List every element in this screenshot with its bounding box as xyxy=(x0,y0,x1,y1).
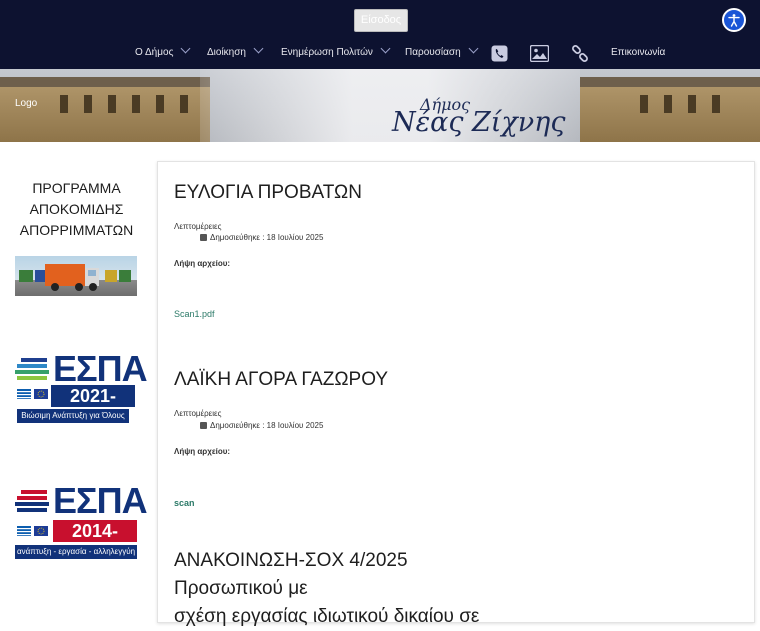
calendar-icon xyxy=(200,422,207,429)
window xyxy=(180,95,188,113)
article-date: Δημοσιεύθηκε : 18 Ιουλίου 2025 xyxy=(200,233,323,242)
espa-2014-2020-banner[interactable]: ΕΣΠΑ 2014-2020 ανάπτυξη - εργασία - αλλη… xyxy=(15,480,148,563)
window xyxy=(132,95,140,113)
news-list: ΕΥΛΟΓΙΑ ΠΡΟΒΑΤΩΝ Λεπτομέρειες Δημοσιεύθη… xyxy=(157,161,755,627)
window xyxy=(688,95,696,113)
espa-stripe xyxy=(17,364,47,368)
greek-eu-flags-icon xyxy=(17,526,48,536)
espa-slogan: ανάπτυξη - εργασία - αλληλεγγύη xyxy=(15,545,137,559)
window xyxy=(664,95,672,113)
nav-item-label: Ενημέρωση Πολιτών xyxy=(281,47,373,58)
download-file-link[interactable]: Scan1.pdf xyxy=(174,309,215,319)
article-details-label: Λεπτομέρειες xyxy=(174,409,222,418)
espa-logo-text: ΕΣΠΑ xyxy=(53,480,148,521)
greek-eu-flags-icon xyxy=(17,389,48,399)
nav-item-citizen-info[interactable]: Ενημέρωση Πολιτών xyxy=(281,38,391,69)
window xyxy=(60,95,68,113)
nav-item-presentation[interactable]: Παρουσίαση xyxy=(405,38,479,69)
download-label: Λήψη αρχείου: xyxy=(174,447,231,456)
calendar-icon xyxy=(200,234,207,241)
nav-item-label: Παρουσίαση xyxy=(405,47,461,58)
espa-years: 2021-2027 xyxy=(51,385,135,428)
site-logo[interactable]: Logo xyxy=(15,98,37,109)
espa-stripe xyxy=(15,502,49,506)
image-icon[interactable] xyxy=(530,45,549,62)
chevron-down-icon xyxy=(253,43,264,54)
garbage-truck-banner[interactable] xyxy=(15,256,137,296)
nav-item-administration[interactable]: Διοίκηση xyxy=(207,38,264,69)
phone-icon[interactable] xyxy=(491,45,508,62)
article-title-line: σχέση εργασίας ιδιωτικού δικαίου σε xyxy=(174,606,480,627)
chevron-down-icon xyxy=(380,43,391,54)
article-title-line: ΑΝΑΚΟΙΝΩΣΗ-ΣΟΧ 4/2025 Προσωπικού με xyxy=(174,550,408,599)
nav-item-municipality[interactable]: Ο Δήμος xyxy=(135,38,191,69)
espa-stripe xyxy=(17,376,47,380)
nav-item-label: Ο Δήμος xyxy=(135,47,174,58)
link-icon[interactable] xyxy=(571,45,589,63)
espa-stripe xyxy=(21,490,47,494)
espa-years: 2014-2020 xyxy=(53,520,137,563)
accessibility-button[interactable] xyxy=(722,8,746,32)
garbage-truck-icon xyxy=(19,264,131,291)
chevron-down-icon xyxy=(468,43,479,54)
espa-slogan: Βιώσιμη Ανάπτυξη για Όλους xyxy=(17,409,129,423)
article-details-label: Λεπτομέρειες xyxy=(174,222,222,231)
download-label: Λήψη αρχείου: xyxy=(174,259,231,268)
window xyxy=(640,95,648,113)
article-date-text: Δημοσιεύθηκε : 18 Ιουλίου 2025 xyxy=(210,233,324,242)
download-file-link[interactable]: scan xyxy=(174,498,195,508)
window xyxy=(712,95,720,113)
article-title[interactable]: ΑΝΑΚΟΙΝΩΣΗ-ΣΟΧ 4/2025 Προσωπικού με σχέσ… xyxy=(174,547,504,631)
nav-item-label: Διοίκηση xyxy=(207,47,246,58)
window xyxy=(156,95,164,113)
espa-stripe xyxy=(17,496,47,500)
espa-logo-text: ΕΣΠΑ xyxy=(53,348,148,389)
espa-stripe xyxy=(17,508,47,512)
espa-stripe xyxy=(21,358,47,362)
espa-2021-2027-banner[interactable]: ΕΣΠΑ 2021-2027 Βιώσιμη Ανάπτυξη για Όλου… xyxy=(15,348,148,428)
banner-title-line2: Νέας Ζίχνης xyxy=(392,107,566,138)
accessibility-icon xyxy=(728,14,740,27)
roof-left xyxy=(0,77,210,87)
article-date: Δημοσιεύθηκε : 18 Ιουλίου 2025 xyxy=(200,421,323,430)
header-banner: Logo Δήμος Νέας Ζίχνης xyxy=(0,69,760,142)
article-title[interactable]: ΕΥΛΟΓΙΑ ΠΡΟΒΑΤΩΝ xyxy=(174,182,362,204)
espa-stripe xyxy=(15,370,49,374)
article-date-text: Δημοσιεύθηκε : 18 Ιουλίου 2025 xyxy=(210,421,324,430)
nav-item-contact[interactable]: Επικοινωνία xyxy=(611,38,665,69)
waste-schedule-title-line[interactable]: ΑΠΟΡΡΙΜΜΑΤΩΝ xyxy=(15,220,138,241)
main-nav: Ο Δήμος Διοίκηση Ενημέρωση Πολιτών Παρου… xyxy=(0,38,760,69)
article-title[interactable]: ΛΑΪΚΗ ΑΓΟΡΑ ΓΑΖΩΡΟΥ xyxy=(174,369,388,391)
top-bar: Είσοδος xyxy=(0,0,760,38)
window xyxy=(84,95,92,113)
roof-right xyxy=(580,77,760,87)
window xyxy=(108,95,116,113)
chevron-down-icon xyxy=(180,43,191,54)
waste-schedule-title-line[interactable]: ΑΠΟΚΟΜΙΔΗΣ xyxy=(15,199,138,220)
login-button[interactable]: Είσοδος xyxy=(354,9,408,32)
waste-schedule-title-line[interactable]: ΠΡΟΓΡΑΜΜΑ xyxy=(15,178,138,199)
